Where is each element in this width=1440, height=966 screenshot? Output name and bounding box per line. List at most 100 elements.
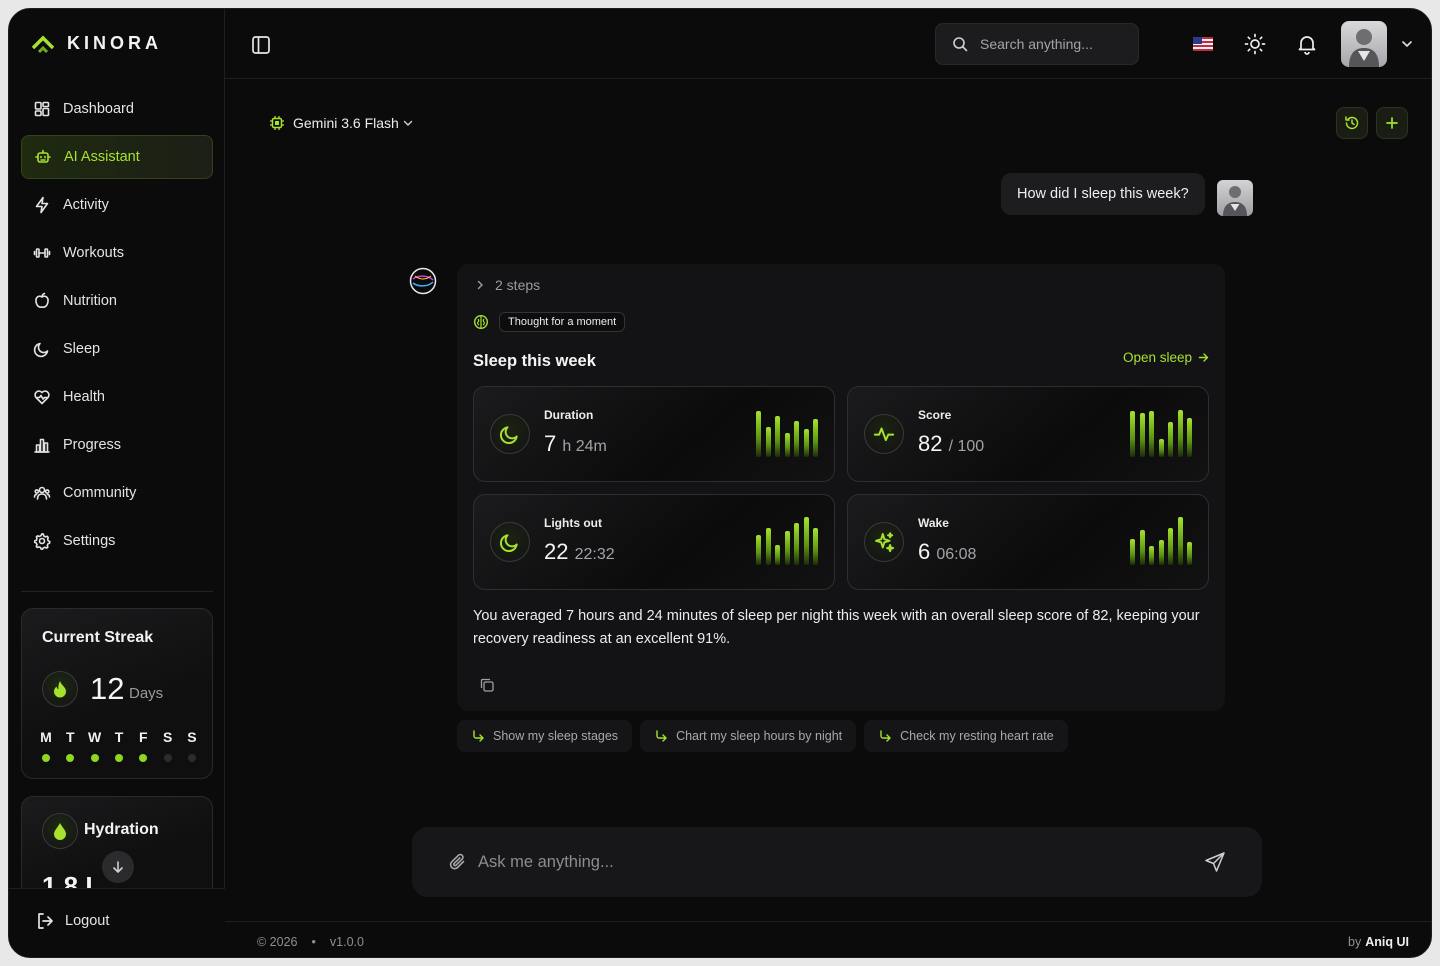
send-button[interactable] [1204, 851, 1226, 878]
copy-icon [480, 678, 494, 692]
sparkline-bar [1139, 530, 1145, 565]
day-status-dot [42, 754, 50, 762]
flame-icon [42, 671, 78, 707]
user-message-avatar [1217, 180, 1253, 216]
sparkline-bar [1149, 546, 1154, 565]
app-window: KINORA Dashboard AI Assistant Activity Work… [8, 8, 1432, 958]
notifications-button[interactable] [1296, 33, 1318, 60]
streak-day: W [85, 729, 105, 762]
water-drop-icon [42, 813, 78, 849]
search-input[interactable]: Search anything... [935, 23, 1139, 65]
metric-main-value: 82 [918, 431, 943, 456]
day-letter: M [40, 729, 52, 745]
users-icon [33, 486, 51, 500]
response-summary: You averaged 7 hours and 24 minutes of s… [473, 608, 1200, 647]
suggestion-chip[interactable]: Check my resting heart rate [864, 720, 1068, 752]
open-sleep-link[interactable]: Open sleep [1123, 350, 1209, 365]
sparkline-bar [756, 411, 761, 457]
language-flag-button[interactable] [1193, 37, 1213, 56]
metric-sparkline [756, 517, 818, 565]
history-icon [1345, 116, 1359, 130]
footer-credit: by Aniq UI [1348, 935, 1409, 949]
day-status-dot [163, 754, 172, 762]
sidebar-item-label: Community [63, 485, 137, 501]
gear-icon [33, 533, 51, 550]
sparkline-bar [1177, 410, 1183, 457]
attach-button[interactable] [448, 852, 468, 877]
search-icon [953, 37, 968, 52]
sidebar-item-settings[interactable]: Settings [21, 519, 213, 563]
copy-button[interactable] [479, 677, 495, 698]
arrow-down-icon [113, 861, 123, 873]
panel-left-icon [252, 36, 270, 54]
suggestion-label: Show my sleep stages [493, 729, 619, 743]
avatar-image [1349, 29, 1379, 67]
sidebar-item-progress[interactable]: Progress [21, 423, 213, 467]
sidebar-toggle-button[interactable] [251, 35, 271, 60]
sparkline-bar [1158, 540, 1164, 565]
metric-sub-value: h 24m [562, 438, 607, 455]
scroll-down-button[interactable] [102, 851, 134, 883]
sparkline-bar [803, 429, 809, 457]
streak-value: 12 [90, 671, 125, 706]
sparkline-bar [775, 416, 780, 457]
model-selector[interactable]: Gemini 3.6 Flash [269, 115, 413, 131]
orb-icon [409, 267, 437, 295]
metric-card-score[interactable]: Score 82 / 100 [847, 386, 1209, 482]
metric-value: 6 06:08 [918, 539, 976, 565]
sparkline-bar [1187, 542, 1192, 565]
sparkline-bar [1168, 528, 1173, 565]
copyright: © 2026 [257, 935, 298, 949]
streak-day: F [133, 729, 153, 762]
sidebar-item-workouts[interactable]: Workouts [21, 231, 213, 275]
sidebar-item-health[interactable]: Health [21, 375, 213, 419]
metric-main-value: 22 [544, 539, 569, 564]
version: v1.0.0 [329, 935, 364, 949]
assistant-avatar [409, 267, 437, 295]
day-status-dot [139, 754, 148, 762]
heart-pulse-icon [34, 390, 50, 405]
sidebar-item-label: Health [63, 389, 105, 405]
logout-icon [38, 913, 53, 929]
sidebar-item-activity[interactable]: Activity [21, 183, 213, 227]
theme-toggle-button[interactable] [1244, 33, 1266, 60]
credit-author[interactable]: Aniq UI [1365, 935, 1409, 949]
metric-value: 22 22:32 [544, 539, 615, 565]
chevron-right-icon [477, 280, 483, 290]
sidebar-item-community[interactable]: Community [21, 471, 213, 515]
suggestion-chip[interactable]: Show my sleep stages [457, 720, 633, 752]
metric-value: 82 / 100 [918, 431, 984, 457]
suggestion-chips: Show my sleep stages Chart my sleep hours… [457, 720, 1068, 752]
account-menu-button[interactable] [1401, 37, 1413, 55]
sparkline-bar [1187, 418, 1192, 457]
arrow-right-icon [1198, 353, 1209, 362]
sidebar-divider [21, 591, 213, 592]
sparkline-bar [765, 528, 771, 565]
bot-icon [35, 149, 51, 163]
sidebar-item-dashboard[interactable]: Dashboard [21, 87, 213, 131]
brand-name: KINORA [67, 33, 162, 53]
history-button[interactable] [1336, 107, 1368, 139]
metric-card-lights-out[interactable]: Lights out 22 22:32 [473, 494, 835, 590]
day-status-dot [66, 754, 75, 762]
sidebar-item-nutrition[interactable]: Nutrition [21, 279, 213, 323]
dashboard-icon [34, 101, 50, 117]
suggestion-chip[interactable]: Chart my sleep hours by night [640, 720, 857, 752]
metric-card-duration[interactable]: Duration 7 h 24m [473, 386, 835, 482]
steps-toggle[interactable]: 2 steps [475, 277, 540, 293]
corner-down-right-icon [656, 730, 667, 742]
user-avatar[interactable] [1341, 21, 1387, 67]
sparkline-bar [784, 433, 790, 457]
moon-icon [499, 534, 518, 553]
sidebar-item-sleep[interactable]: Sleep [21, 327, 213, 371]
sparkline-bar [765, 427, 771, 457]
metric-card-wake[interactable]: Wake 6 06:08 [847, 494, 1209, 590]
message-input[interactable] [478, 845, 1178, 879]
streak-unit: Days [129, 685, 164, 702]
sparkline-bar [784, 531, 790, 565]
metric-sub-value: 06:08 [936, 546, 977, 563]
sidebar-item-ai-assistant[interactable]: AI Assistant [21, 135, 213, 179]
new-chat-button[interactable] [1376, 107, 1408, 139]
logo[interactable]: KINORA [31, 33, 162, 54]
logout-button[interactable]: Logout [35, 911, 109, 931]
